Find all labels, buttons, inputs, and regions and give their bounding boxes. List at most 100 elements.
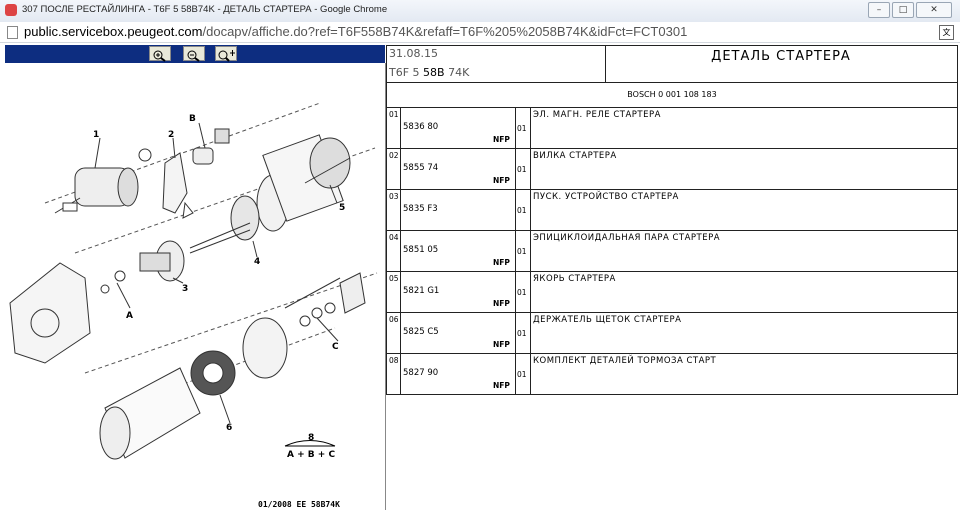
column-divider <box>530 108 531 148</box>
close-button[interactable]: ✕ <box>916 2 952 18</box>
table-row[interactable]: 03 5835 F3 01 ПУСК. УСТРОЙСТВО СТАРТЕРА <box>387 190 957 231</box>
column-divider <box>400 108 401 148</box>
table-row[interactable]: 05 5821 G1 NFP 01 ЯКОРЬ СТАРТЕРА <box>387 272 957 313</box>
label-1: 1 <box>93 130 99 140</box>
label-3: 3 <box>182 284 188 294</box>
table-row[interactable]: 08 5827 90 NFP 01 КОМПЛЕКТ ДЕТАЛЕЙ ТОРМОЗА С… <box>387 354 957 395</box>
page-icon <box>7 26 18 39</box>
parts-header: 31.08.15 T6F 5 58B 74K ДЕТАЛЬ СТАРТЕРА <box>386 45 958 83</box>
column-divider <box>515 149 516 189</box>
diagram-footer-ref: 01/2008 EE 58B74K <box>258 500 340 509</box>
part-nfp: NFP <box>493 135 510 144</box>
label-8: 8 <box>308 433 314 443</box>
column-divider <box>530 190 531 230</box>
address-bar[interactable]: public.servicebox.peugeot.com/docapv/aff… <box>0 22 960 43</box>
label-2: 2 <box>168 130 174 140</box>
url-text[interactable]: public.servicebox.peugeot.com/docapv/aff… <box>24 24 687 39</box>
column-divider <box>515 190 516 230</box>
translate-icon[interactable]: 文 <box>939 25 954 40</box>
brush-holder-part <box>190 350 236 396</box>
column-divider <box>515 272 516 312</box>
part-quantity: 01 <box>517 247 527 256</box>
column-divider <box>400 231 401 271</box>
window-title: 307 ПОСЛЕ РЕСТАЙЛИНГА - T6F 5 58B74K - Д… <box>22 4 388 15</box>
column-divider <box>530 354 531 394</box>
column-divider <box>530 313 531 353</box>
label-B: B <box>189 114 196 124</box>
part-description: ВИЛКА СТАРТЕРА <box>533 151 617 161</box>
table-row[interactable]: 02 5855 74 NFP 01 ВИЛКА СТАРТЕРА <box>387 149 957 190</box>
column-divider <box>515 231 516 271</box>
part-reference: 5835 F3 <box>403 204 438 214</box>
part-nfp: NFP <box>493 176 510 185</box>
column-divider <box>400 190 401 230</box>
part-index: 08 <box>389 356 399 365</box>
parts-table: 01 5836 80 NFP 01 ЭЛ. МАГН. РЕЛЕ СТАРТЕРА 02 5… <box>386 108 958 395</box>
part-description: ДЕРЖАТЕЛЬ ЩЕТОК СТАРТЕРА <box>533 315 682 325</box>
part-reference: 5836 80 <box>403 122 439 132</box>
label-A: A <box>126 311 133 321</box>
label-C: C <box>332 342 339 352</box>
part-reference: 5855 74 <box>403 163 439 173</box>
column-divider <box>530 149 531 189</box>
part-index: 06 <box>389 315 399 324</box>
pan-zoom-button[interactable] <box>215 46 237 62</box>
zoom-out-icon <box>187 50 200 62</box>
part-index: 05 <box>389 274 399 283</box>
formula-text: A + B + C <box>287 450 335 460</box>
table-row[interactable]: 06 5825 C5 NFP 01 ДЕРЖАТЕЛЬ ЩЕТОК СТАРТЕРА <box>387 313 957 354</box>
part-quantity: 01 <box>517 288 527 297</box>
part-quantity: 01 <box>517 329 527 338</box>
zoom-move-icon <box>218 50 235 62</box>
window-titlebar: 307 ПОСЛЕ РЕСТАЙЛИНГА - T6F 5 58B74K - Д… <box>0 0 960 23</box>
minimize-button[interactable]: – <box>868 2 890 18</box>
chrome-icon <box>5 4 17 16</box>
part-reference: 5821 G1 <box>403 286 440 296</box>
part-description: КОМПЛЕКТ ДЕТАЛЕЙ ТОРМОЗА СТАРТ <box>533 356 717 366</box>
diagram-viewer[interactable]: 1 2 B 5 4 3 A C 6 8 A + B + C <box>5 63 386 510</box>
part-description: ЭПИЦИКЛОИДАЛЬНАЯ ПАРА СТАРТЕРА <box>533 233 721 243</box>
viewer-toolbar <box>5 45 385 63</box>
part-nfp: NFP <box>493 299 510 308</box>
table-row[interactable]: 01 5836 80 NFP 01 ЭЛ. МАГН. РЕЛЕ СТАРТЕРА <box>387 108 957 149</box>
part-index: 04 <box>389 233 399 242</box>
part-index: 03 <box>389 192 399 201</box>
column-divider <box>530 231 531 271</box>
column-divider <box>515 354 516 394</box>
page-title: ДЕТАЛЬ СТАРТЕРА <box>711 49 851 64</box>
part-quantity: 01 <box>517 124 527 133</box>
maximize-button[interactable]: □ <box>892 2 914 18</box>
column-divider <box>530 272 531 312</box>
column-divider <box>515 108 516 148</box>
part-reference: 5825 C5 <box>403 327 439 337</box>
part-nfp: NFP <box>493 381 510 390</box>
label-6: 6 <box>226 423 232 433</box>
column-divider <box>515 313 516 353</box>
column-divider <box>400 313 401 353</box>
header-date: 31.08.15 <box>389 47 438 60</box>
armature-part <box>256 134 351 232</box>
zoom-out-button[interactable] <box>183 46 205 62</box>
brand-row: BOSCH 0 001 108 183 <box>386 83 958 108</box>
table-row[interactable]: 04 5851 05 NFP 01 ЭПИЦИКЛОИДАЛЬНАЯ ПАРА СТАР… <box>387 231 957 272</box>
part-reference: 5851 05 <box>403 245 439 255</box>
part-description: ПУСК. УСТРОЙСТВО СТАРТЕРА <box>533 192 679 202</box>
column-divider <box>400 354 401 394</box>
starter-exploded-diagram: 1 2 B 5 4 3 A C 6 8 A + B + C <box>9 102 378 460</box>
label-4: 4 <box>254 257 260 267</box>
solenoid-part <box>54 148 152 214</box>
zoom-in-icon <box>153 50 166 62</box>
column-divider <box>400 272 401 312</box>
part-quantity: 01 <box>517 206 527 215</box>
part-index: 02 <box>389 151 399 160</box>
part-description: ЭЛ. МАГН. РЕЛЕ СТАРТЕРА <box>533 110 661 120</box>
part-reference: 5827 90 <box>403 368 439 378</box>
column-divider <box>400 149 401 189</box>
part-description: ЯКОРЬ СТАРТЕРА <box>533 274 616 284</box>
part-index: 01 <box>389 110 399 119</box>
part-nfp: NFP <box>493 258 510 267</box>
zoom-in-button[interactable] <box>149 46 171 62</box>
part-nfp: NFP <box>493 340 510 349</box>
part-quantity: 01 <box>517 370 527 379</box>
label-5: 5 <box>339 203 345 213</box>
